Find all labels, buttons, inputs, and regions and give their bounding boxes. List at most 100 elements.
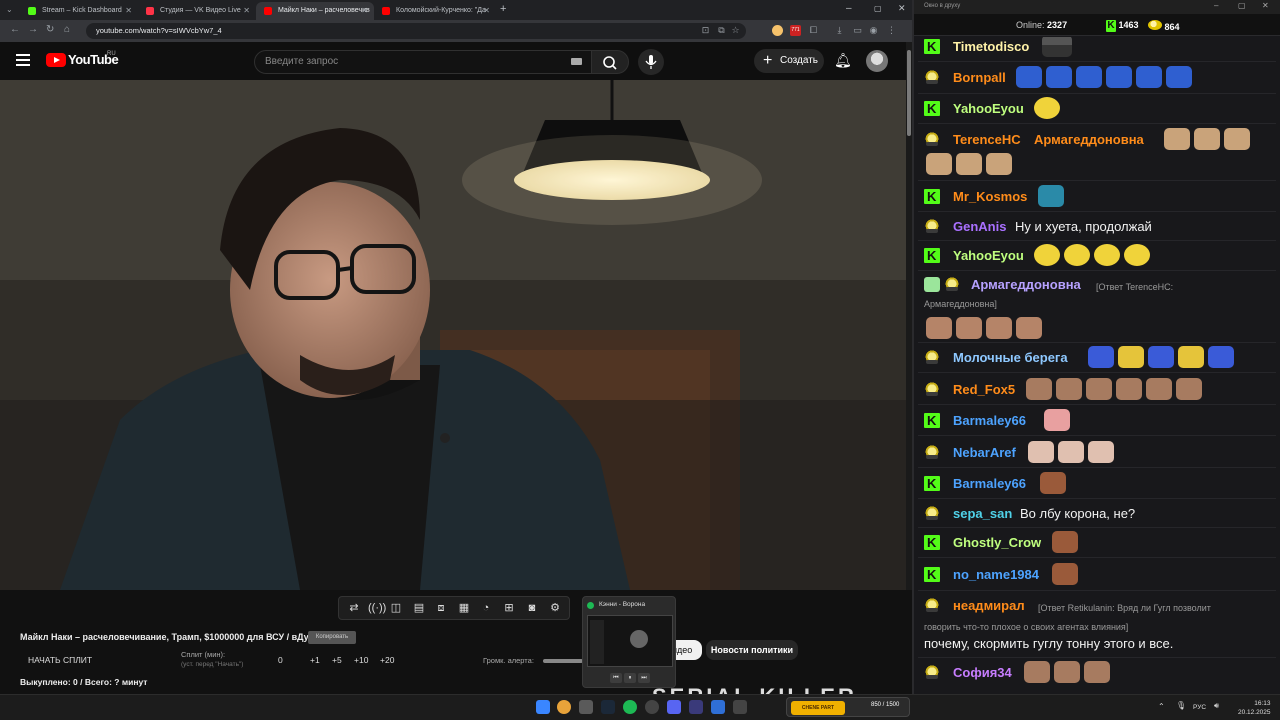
broadcast-icon[interactable]: ((·)) [368, 601, 386, 615]
extension-icon[interactable] [772, 25, 783, 36]
tab-youtube-2[interactable]: Коломойский-Курченко: "Да ✕ [374, 2, 496, 20]
clapperboard-icon[interactable]: ▤ [412, 601, 426, 615]
minimize-icon[interactable]: – [846, 3, 852, 14]
scrollbar-thumb[interactable] [907, 50, 911, 136]
chrome-icon[interactable] [557, 700, 571, 714]
chat-username[interactable]: Армагеддоновна [971, 276, 1081, 293]
chat-username[interactable]: Mr_Kosmos [953, 188, 1027, 205]
tab-vk-studio[interactable]: Студия — VK Видео Live ✕ [138, 2, 256, 20]
app-icon[interactable] [689, 700, 703, 714]
recommended-banner[interactable]: SERIAL KILLER [648, 682, 906, 694]
steam-icon[interactable] [601, 700, 615, 714]
chat-username[interactable]: TerenceHC [953, 131, 1021, 148]
more-menu-icon[interactable]: ⋮ [886, 25, 897, 36]
pause-icon[interactable]: ⏸ [624, 673, 636, 683]
chat-username[interactable]: Ghostly_Crow [953, 534, 1041, 551]
settings-gear-icon[interactable]: ⚙ [548, 601, 562, 615]
close-window-icon[interactable]: ✕ [1262, 1, 1269, 10]
close-icon[interactable]: ✕ [243, 2, 250, 20]
video-player[interactable] [0, 80, 906, 590]
microphone-icon[interactable]: 🎙︎ [1176, 701, 1186, 710]
start-windows-icon[interactable] [536, 700, 550, 714]
copy-button[interactable]: Копировать [308, 631, 356, 644]
split-add-20-button[interactable]: +20 [380, 655, 394, 665]
home-icon[interactable]: ⌂ [64, 24, 70, 35]
download-icon[interactable]: ⤓ [834, 25, 845, 36]
chat-username[interactable]: sepa_san [953, 505, 1012, 522]
voice-search-button[interactable] [638, 49, 664, 75]
tab-search-icon[interactable]: ⌄ [6, 5, 13, 14]
chat-username[interactable]: Red_Fox5 [953, 381, 1015, 398]
chat-username[interactable]: София34 [953, 664, 1012, 681]
speed-gauge-icon[interactable]: ◔ [479, 601, 493, 615]
start-split-button[interactable]: НАЧАТЬ СПЛИТ [28, 655, 92, 665]
cast-icon[interactable]: ⧉ [716, 25, 727, 36]
new-tab-icon[interactable]: + [500, 3, 506, 15]
chat-username[interactable]: GenAnis [953, 218, 1006, 235]
chat-username[interactable]: Молочные берега [953, 349, 1068, 366]
puzzle-extensions-icon[interactable]: ⧠ [808, 25, 819, 36]
minimize-icon[interactable]: – [1214, 1, 1218, 10]
split-add-10-button[interactable]: +10 [354, 655, 368, 665]
add-frame-icon[interactable]: ⊞ [502, 601, 516, 615]
url-field[interactable]: youtube.com/watch?v=sIWVcbYw7_4 [86, 23, 746, 39]
chat-username[interactable]: неадмирал [953, 597, 1025, 614]
close-icon[interactable]: ✕ [483, 2, 490, 20]
volume-icon[interactable]: 🔊︎ [1214, 701, 1219, 711]
language-indicator[interactable]: РУС [1193, 704, 1206, 711]
close-window-icon[interactable]: ✕ [898, 3, 906, 14]
search-input[interactable]: Введите запрос [254, 50, 592, 74]
chat-username[interactable]: YahooEyou [953, 100, 1024, 117]
close-icon[interactable]: ✕ [125, 2, 132, 20]
split-add-5-button[interactable]: +5 [332, 655, 342, 665]
telegram-icon[interactable] [711, 700, 725, 714]
create-button[interactable]: + Создать [754, 49, 824, 73]
maximize-icon[interactable]: ▢ [874, 4, 882, 13]
mini-player-thumbnail[interactable] [587, 615, 673, 667]
reload-icon[interactable]: ↻ [46, 24, 54, 35]
chat-username[interactable]: Barmaley66 [953, 412, 1026, 429]
chat-username[interactable]: Timetodisco [953, 38, 1029, 55]
film-icon[interactable]: ▦ [457, 601, 471, 615]
file-explorer-icon[interactable] [579, 700, 593, 714]
chip-video[interactable]: идео [672, 640, 702, 660]
keyboard-icon[interactable] [571, 58, 582, 65]
chat-username[interactable]: YahooEyou [953, 247, 1024, 264]
watch-icon[interactable]: ◫ [389, 601, 403, 615]
clock[interactable]: 16:13 20.12.2025 [1238, 699, 1271, 717]
goal-widget[interactable]: CHENE PART 850 / 1500 [786, 697, 910, 717]
screenshot-camera-icon[interactable]: ◙ [525, 601, 539, 615]
youtube-logo-icon[interactable] [46, 53, 66, 67]
notifications-bell-icon[interactable]: 🔔︎ [834, 52, 852, 69]
repeat-icon[interactable]: ⇄ [347, 601, 361, 615]
previous-track-icon[interactable]: ⏮ [610, 673, 622, 683]
search-button[interactable] [591, 50, 629, 74]
close-icon[interactable]: ✕ [361, 2, 368, 20]
reply-reference[interactable]: [Ответ TerenceHC: [1096, 279, 1173, 296]
chat-username[interactable]: no_name1984 [953, 566, 1039, 583]
tray-chevron-icon[interactable]: ⌃ [1158, 702, 1165, 711]
split-add-1-button[interactable]: +1 [310, 655, 320, 665]
obs-icon[interactable] [645, 700, 659, 714]
avatar[interactable] [866, 50, 888, 72]
bookmark-star-icon[interactable]: ☆ [730, 25, 741, 36]
extension-badge-icon[interactable]: 771 [790, 25, 801, 36]
forward-icon[interactable]: → [28, 24, 38, 35]
maximize-icon[interactable]: ▢ [1238, 1, 1246, 10]
discord-icon[interactable] [667, 700, 681, 714]
tab-kick-dashboard[interactable]: Stream – Kick Dashboard ✕ [20, 2, 138, 20]
install-icon[interactable]: ⊡ [700, 25, 711, 36]
app-icon[interactable] [733, 700, 747, 714]
next-track-icon[interactable]: ⏭ [638, 673, 650, 683]
split-view-icon[interactable]: ▭ [852, 25, 863, 36]
chat-messages[interactable]: Timetodisco Bornpall YahooEyou TerenceHC… [914, 37, 1280, 694]
alert-volume-slider[interactable] [543, 659, 583, 663]
hamburger-menu-icon[interactable] [16, 54, 30, 66]
chat-username[interactable]: Barmaley66 [953, 475, 1026, 492]
spotify-icon[interactable] [623, 700, 637, 714]
chat-username[interactable]: Bornpall [953, 69, 1006, 86]
tab-youtube-active[interactable]: Майкл Наки – расчеловечив ✕ [256, 2, 374, 20]
profile-icon[interactable]: ◉ [868, 25, 879, 36]
chat-username[interactable]: NebarAref [953, 444, 1016, 461]
picture-in-picture-icon[interactable]: ⧈ [434, 601, 448, 615]
